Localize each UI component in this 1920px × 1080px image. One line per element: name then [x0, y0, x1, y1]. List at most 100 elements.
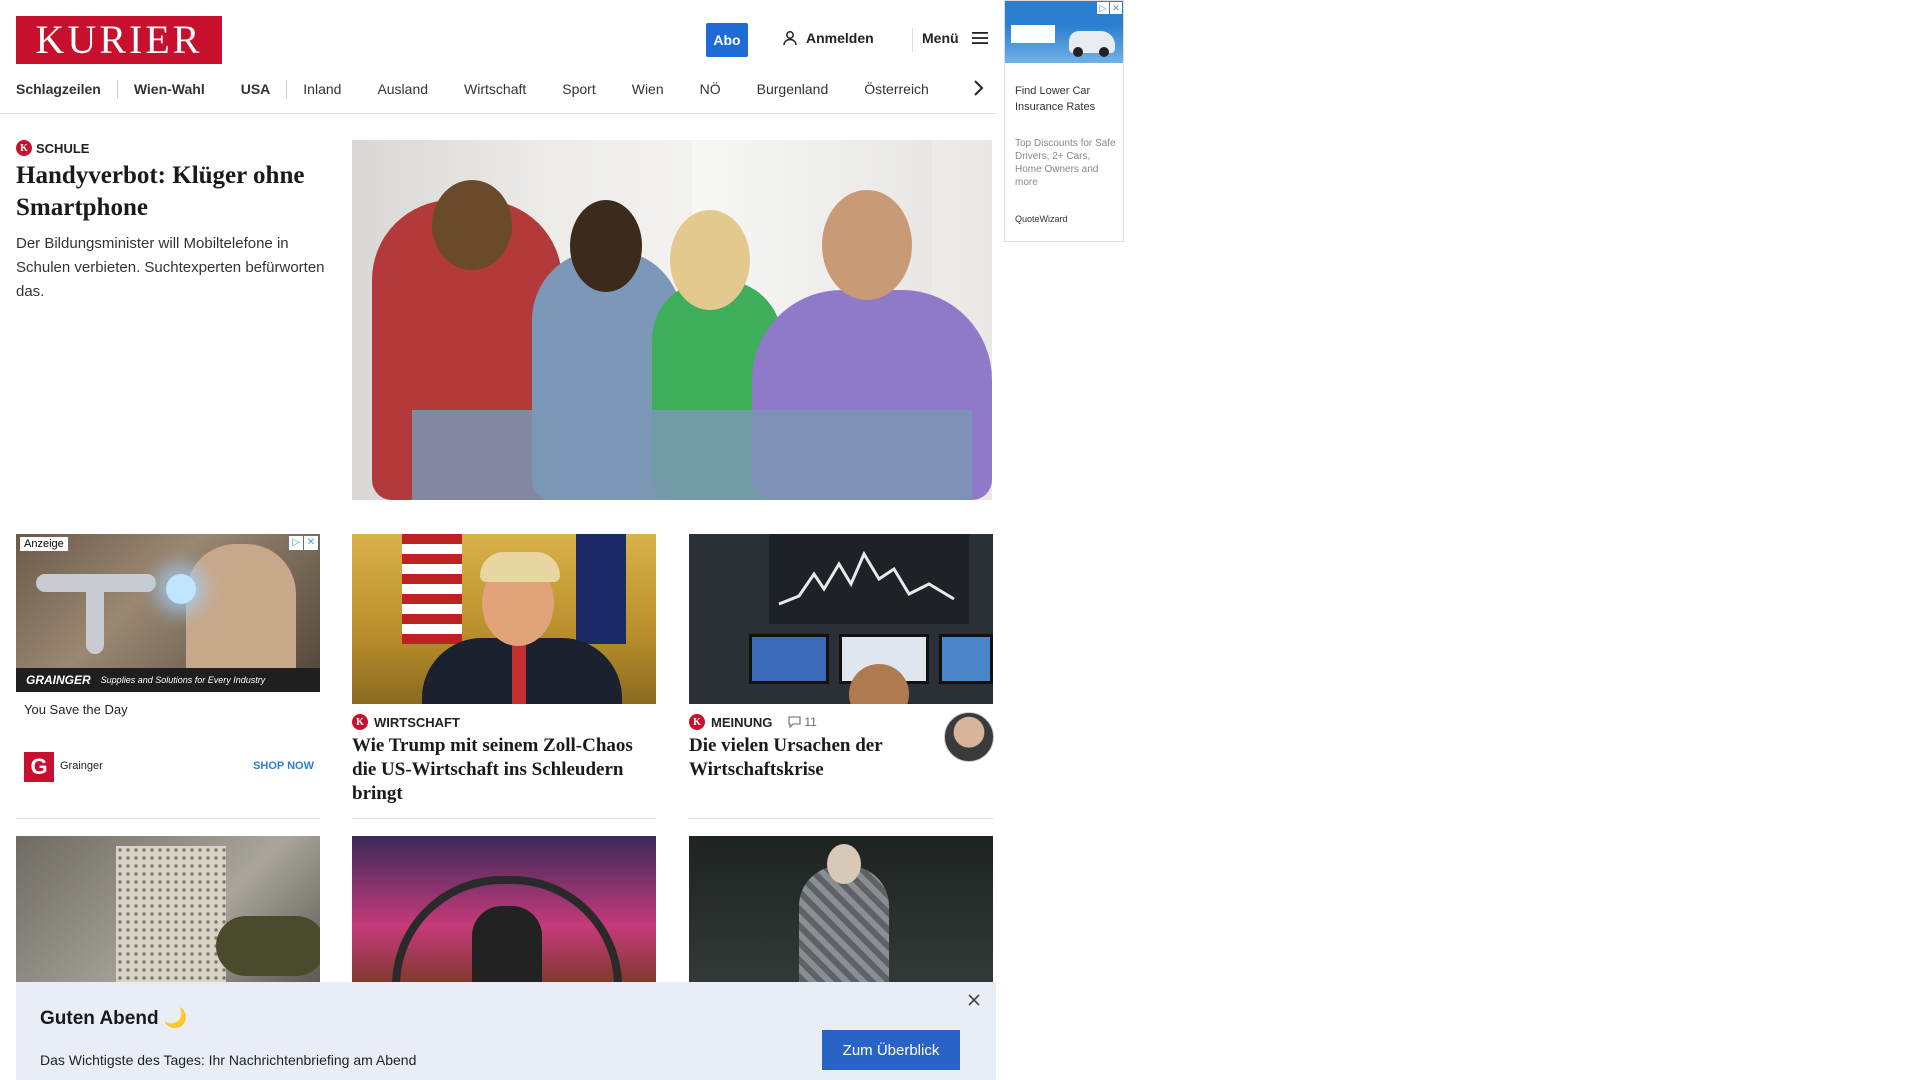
chevron-right-icon[interactable]: [970, 78, 986, 98]
nav-item-noe[interactable]: NÖ: [700, 81, 721, 97]
image-people: [472, 906, 542, 986]
image-arm: [216, 916, 320, 976]
card-divider: [352, 818, 656, 819]
zum-ueberblick-button[interactable]: Zum Überblick: [822, 1030, 960, 1070]
lead-kicker-label: SCHULE: [36, 140, 90, 156]
ad-headline[interactable]: Find Lower Car Insurance Rates: [1015, 83, 1119, 115]
nav-item-oesterreich[interactable]: Österreich: [864, 81, 929, 97]
article-image[interactable]: [352, 836, 656, 986]
hamburger-icon: [971, 32, 988, 44]
article-card[interactable]: [352, 836, 656, 986]
menu-button[interactable]: Menü: [922, 30, 989, 46]
image-figure-head: [827, 844, 861, 884]
nav-item-wien-wahl[interactable]: Wien-Wahl: [134, 81, 205, 97]
car-wheel: [1073, 47, 1083, 57]
close-icon[interactable]: ✕: [1110, 2, 1122, 14]
ad-advertiser[interactable]: QuoteWizard: [1015, 214, 1068, 224]
lead-teaser[interactable]: Der Bildungsminister will Mobiltelefone …: [16, 232, 326, 304]
article-headline[interactable]: Die vielen Ursachen der Wirtschaftskrise: [689, 734, 939, 782]
article-kicker: K MEINUNG 11: [689, 714, 939, 730]
ad-headline[interactable]: You Save the Day: [24, 702, 128, 717]
article-image[interactable]: [16, 836, 320, 986]
image-jeans: [412, 410, 972, 500]
image-person-hair: [480, 552, 560, 582]
stock-board: [769, 534, 969, 624]
kurier-k-icon: K: [689, 714, 705, 730]
nav-item-sport[interactable]: Sport: [562, 81, 595, 97]
banner-text: Das Wichtigste des Tages: Ihr Nachrichte…: [40, 1052, 417, 1068]
close-icon[interactable]: ✕: [304, 536, 318, 550]
article-image[interactable]: [352, 534, 656, 704]
grainger-logo-icon[interactable]: G: [24, 752, 54, 782]
logo-text: KURIER: [35, 17, 203, 62]
sidebar-ad[interactable]: ▷ ✕ Find Lower Car Insurance Rates Top D…: [1004, 0, 1124, 242]
abo-button[interactable]: Abo: [706, 23, 748, 57]
nav-item-wien[interactable]: Wien: [632, 81, 664, 97]
ad-price-tag: [1011, 25, 1055, 43]
lead-kicker: K SCHULE: [16, 140, 89, 156]
nav-divider: [286, 80, 288, 98]
ad-label: Anzeige: [20, 537, 68, 551]
nav-item-usa[interactable]: USA: [241, 81, 271, 97]
native-ad-card[interactable]: GRAINGER Supplies and Solutions for Ever…: [16, 534, 320, 784]
adchoices-icon[interactable]: ▷: [289, 536, 303, 550]
nav-divider: [116, 80, 118, 98]
nav-item-ausland[interactable]: Ausland: [377, 81, 428, 97]
section-nav: Schlagzeilen Wien-Wahl USA Inland Auslan…: [16, 78, 929, 100]
article-kicker-label: WIRTSCHAFT: [374, 714, 460, 730]
article-card[interactable]: K WIRTSCHAFT Wie Trump mit seinem Zoll-C…: [352, 534, 656, 806]
author-avatar[interactable]: [944, 712, 994, 762]
shop-now-button[interactable]: SHOP NOW: [253, 760, 314, 772]
article-card[interactable]: [689, 836, 993, 986]
menu-label: Menü: [922, 30, 959, 46]
pipe-shape: [86, 574, 104, 654]
image-board: [116, 846, 226, 986]
user-icon: [783, 31, 797, 46]
nav-item-wirtschaft[interactable]: Wirtschaft: [464, 81, 526, 97]
card-divider: [16, 818, 320, 819]
nav-item-schlagzeilen[interactable]: Schlagzeilen: [16, 81, 101, 97]
header-divider: [912, 28, 913, 52]
ad-choices[interactable]: ▷ ✕: [1097, 2, 1122, 14]
kurier-k-icon: K: [352, 714, 368, 730]
monitor-shape: [939, 634, 993, 684]
comment-count[interactable]: 11: [788, 715, 817, 729]
nav-divider-line: [0, 113, 996, 114]
kurier-logo[interactable]: KURIER: [16, 16, 222, 64]
comment-icon: [788, 716, 801, 728]
banner-greeting: Guten Abend 🌙: [40, 1008, 188, 1029]
article-headline[interactable]: Wie Trump mit seinem Zoll-Chaos die US-W…: [352, 734, 656, 806]
image-person-head: [822, 190, 912, 300]
ad-image-band: GRAINGER Supplies and Solutions for Ever…: [16, 668, 320, 692]
nav-item-burgenland[interactable]: Burgenland: [757, 81, 829, 97]
image-person-head: [570, 200, 642, 292]
evening-briefing-banner: Guten Abend 🌙 Das Wichtigste des Tages: …: [16, 982, 996, 1080]
ad-choices[interactable]: ▷ ✕: [289, 536, 318, 550]
image-person-head: [670, 210, 750, 310]
article-card[interactable]: K MEINUNG 11 Die vielen Ursachen der Wir…: [689, 534, 993, 782]
monitor-shape: [749, 634, 829, 684]
close-icon[interactable]: [966, 992, 982, 1008]
flag-shape: [576, 534, 626, 644]
ad-body: Top Discounts for Safe Drivers, 2+ Cars,…: [1015, 138, 1116, 188]
kurier-k-icon: K: [16, 140, 32, 156]
article-card[interactable]: [16, 836, 320, 986]
ad-light: [166, 574, 196, 604]
grainger-wordmark: GRAINGER: [26, 673, 91, 687]
image-tie: [512, 644, 526, 704]
article-kicker: K WIRTSCHAFT: [352, 714, 656, 730]
ad-brand[interactable]: Grainger: [60, 760, 103, 772]
article-image[interactable]: [689, 534, 993, 704]
lead-headline[interactable]: Handyverbot: Klüger ohne Smartphone: [16, 160, 326, 224]
ad-image-tagline: Supplies and Solutions for Every Industr…: [100, 675, 266, 685]
lead-image[interactable]: [352, 140, 992, 500]
adchoices-icon[interactable]: ▷: [1097, 2, 1109, 14]
card-divider: [689, 818, 993, 819]
article-kicker-label: MEINUNG: [711, 714, 773, 730]
nav-item-inland[interactable]: Inland: [303, 81, 341, 97]
flag-shape: [402, 534, 462, 644]
ad-image[interactable]: GRAINGER Supplies and Solutions for Ever…: [16, 534, 320, 692]
login-button[interactable]: Anmelden: [782, 30, 874, 46]
login-label: Anmelden: [806, 30, 874, 46]
article-image[interactable]: [689, 836, 993, 986]
